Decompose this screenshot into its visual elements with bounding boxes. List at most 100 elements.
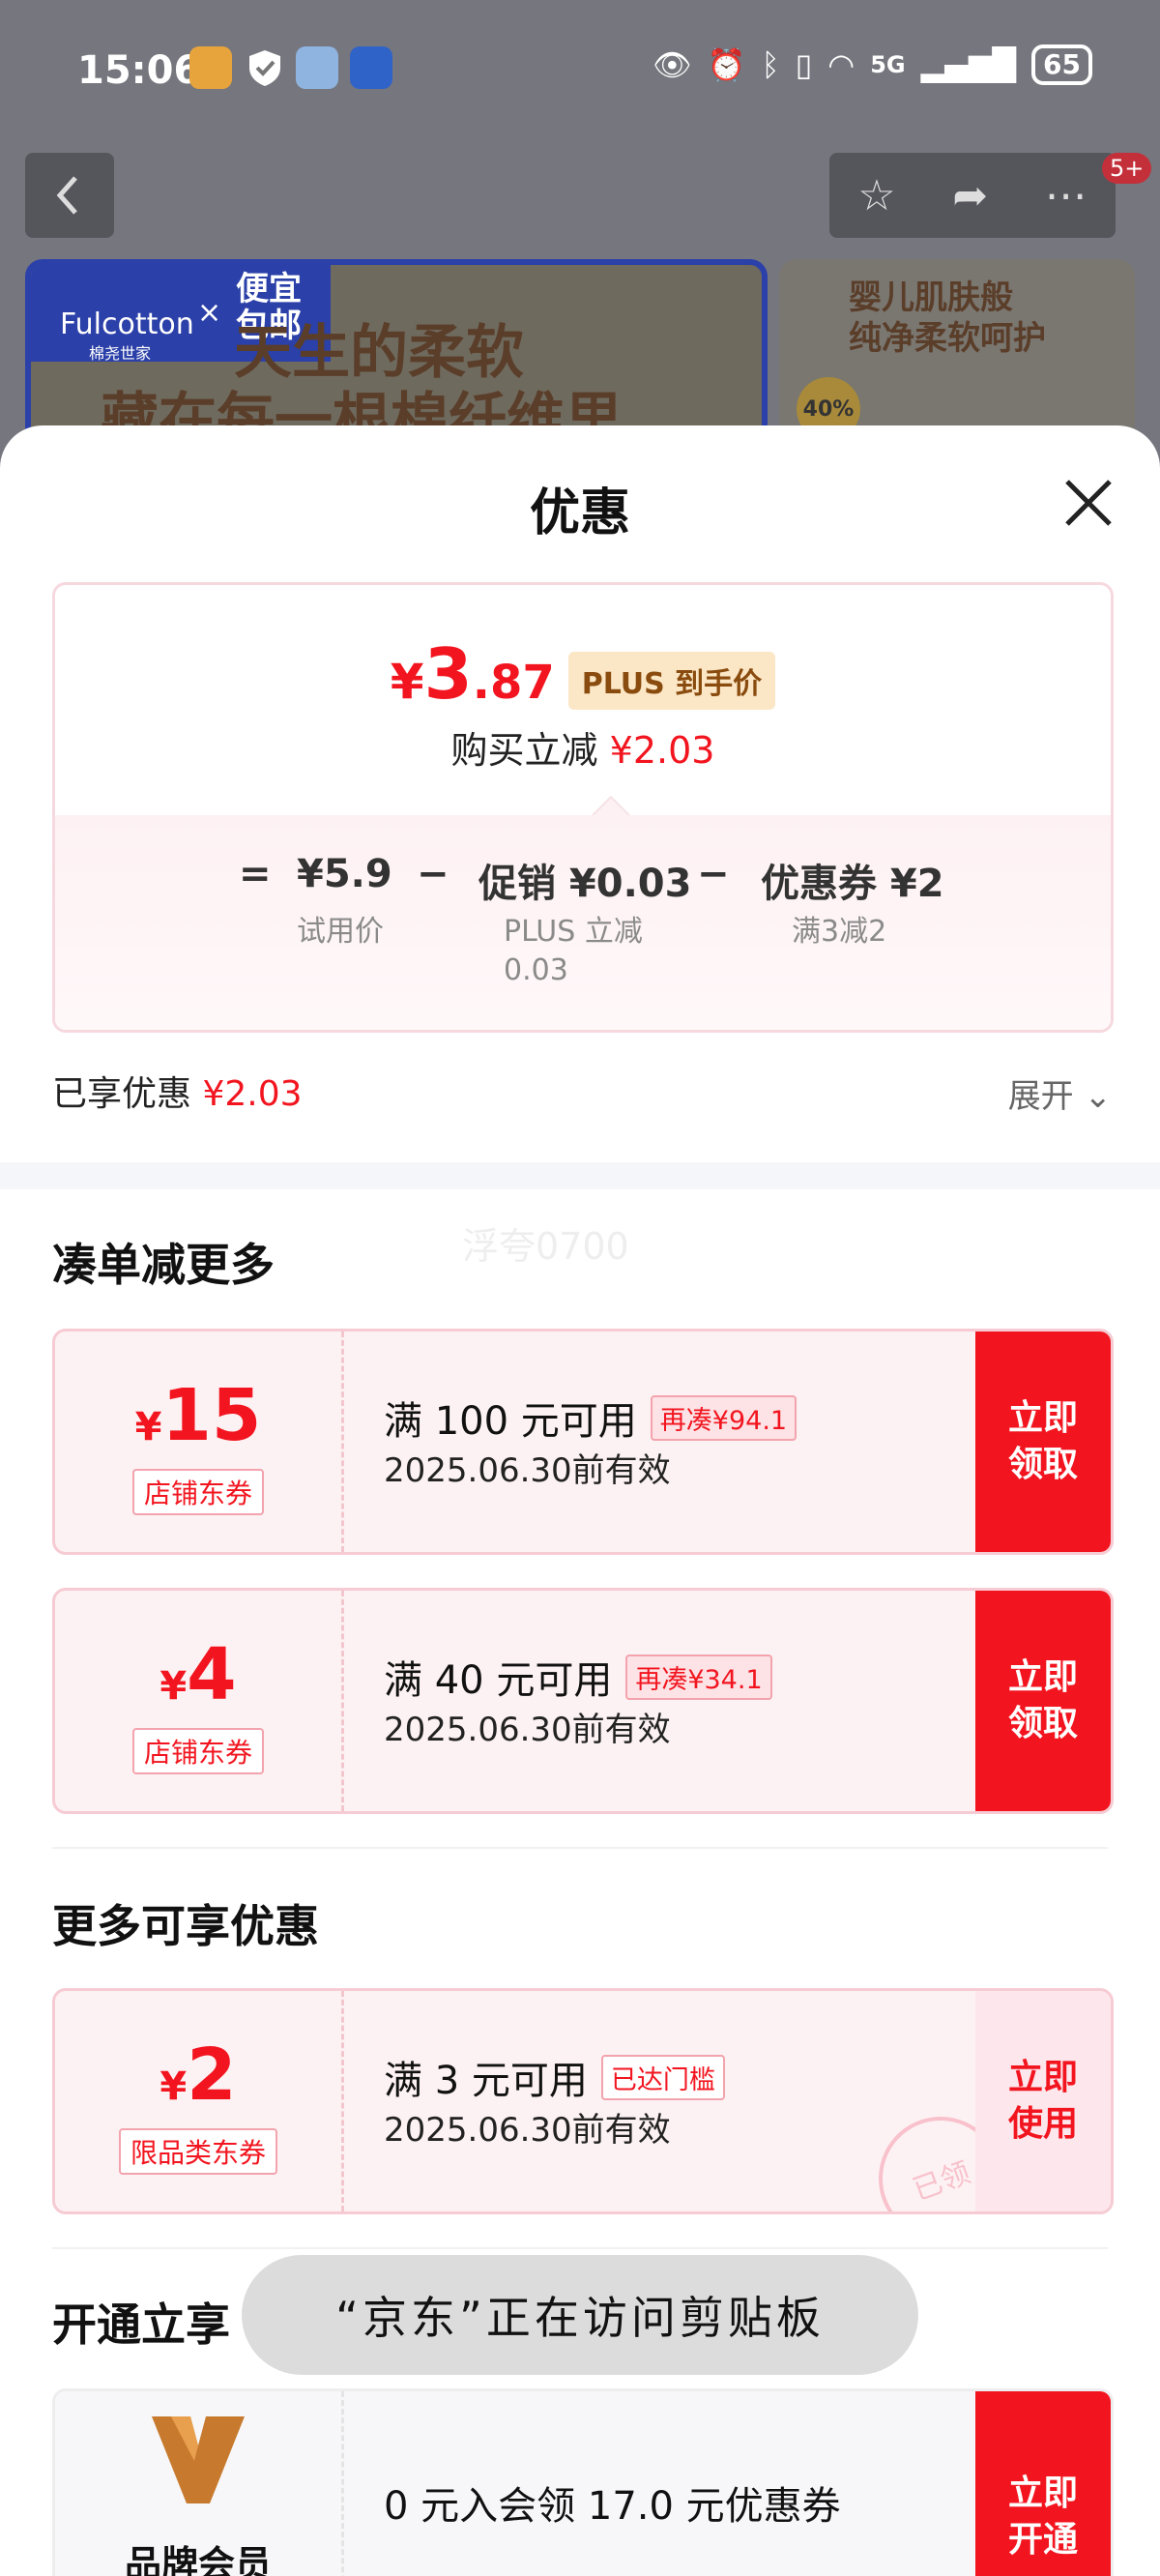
section-title-open: 开通立享 <box>52 2298 230 2351</box>
brand-name: Fulcotton <box>60 307 194 341</box>
signal-icon: ▂▄▆█ <box>920 46 1017 83</box>
section-title-enjoy: 更多可享优惠 <box>52 1900 319 1952</box>
coupon-gap-tag: 再凑¥94.1 <box>650 1394 798 1441</box>
coupon-amount-value: 15 <box>161 1374 262 1457</box>
coupon-amount-value: 4 <box>187 1633 237 1716</box>
price-integer: 3 <box>423 633 473 715</box>
alarm-icon: ⏰ <box>707 46 746 83</box>
coupon-amount-value: 2 <box>187 2034 237 2117</box>
coupon-condition: 满 3 元可用 已达门槛 <box>384 2049 725 2105</box>
background-page: 15:06 👁 ⏰ ᛒ ▯ ◠ 5G ▂▄▆█ 65 ☆ ➦ ⋯ 5+ Fulc… <box>0 0 1160 503</box>
banner2-line2: 纯净柔软呵护 <box>849 319 1046 358</box>
close-button[interactable] <box>1059 474 1117 532</box>
vibrate-icon: ▯ <box>795 46 813 83</box>
claim-button[interactable]: 立即 领取 <box>975 1591 1111 1811</box>
separator <box>52 2247 1108 2249</box>
use-button[interactable]: 立即 使用 <box>975 1991 1111 2211</box>
coupon-gap-tag: 再凑¥34.1 <box>625 1654 772 1700</box>
coupon-value: ¥15 店铺东券 <box>55 1332 344 1552</box>
section-title-more: 凑单减更多 <box>52 1239 275 1291</box>
coupon-card: ¥4 店铺东券 满 40 元可用 再凑¥34.1 2025.06.30前有效 立… <box>52 1588 1114 1814</box>
open-label-1: 立即 <box>1007 2474 1078 2513</box>
brand-x: × <box>197 296 222 330</box>
coupon-card: ¥15 店铺东券 满 100 元可用 再凑¥94.1 2025.06.30前有效… <box>52 1329 1114 1555</box>
status-bar: 15:06 👁 ⏰ ᛒ ▯ ◠ 5G ▂▄▆█ 65 <box>0 0 1160 135</box>
enjoyed-label: 已享优惠 <box>52 1074 192 1114</box>
coupon-amount: ¥2 <box>55 2039 341 2122</box>
claim-label-2: 领取 <box>1007 1445 1078 1484</box>
network-label: 5G <box>870 51 906 78</box>
use-label-2: 使用 <box>1007 2104 1078 2144</box>
coupon-card: ¥2 限品类东券 满 3 元可用 已达门槛 2025.06.30前有效 已领 立… <box>52 1988 1114 2214</box>
formula-coupon: 优惠券 ¥2 <box>761 862 944 906</box>
use-label-1: 立即 <box>1007 2058 1078 2097</box>
eye-icon: 👁 <box>652 46 692 83</box>
threshold-reached-tag: 已达门槛 <box>600 2054 725 2100</box>
formula-base: ¥5.9 <box>297 852 392 896</box>
share-icon[interactable]: ➦ <box>952 171 988 220</box>
coupon-amount: ¥15 <box>55 1380 341 1463</box>
formula-promo: 促销 ¥0.03 <box>478 862 692 906</box>
discount-sheet: 优惠 ¥3.87 PLUS 到手价 购买立减 ¥2.03 = ¥5.9 − 促销… <box>0 425 1160 2576</box>
membership-card: 品牌会员 0 元入会领 17.0 元优惠券 立即 开通 <box>52 2388 1114 2576</box>
smart-home-icon <box>350 46 392 89</box>
coupon-yen: ¥ <box>134 1405 162 1449</box>
brand-sub: 棉尧世家 <box>89 344 152 363</box>
top-actions: ☆ ➦ ⋯ <box>829 153 1116 238</box>
formula-minus: − <box>697 852 730 896</box>
app-notification-icon <box>189 46 232 89</box>
enjoyed-amount: ¥2.03 <box>202 1074 303 1114</box>
claim-label: 立即 领取 <box>1008 1395 1078 1488</box>
close-icon <box>1065 480 1112 526</box>
coupon-yen: ¥ <box>160 1664 188 1709</box>
save-amount: ¥2.03 <box>609 729 715 772</box>
claim-label-1: 立即 <box>1007 1398 1078 1438</box>
promo-label-value: 0.03 <box>504 953 568 987</box>
bluetooth-icon: ᛒ <box>761 46 780 83</box>
promo-label: PLUS 立减 <box>504 915 643 949</box>
expand-button[interactable]: 展开 ⌄ <box>1008 1069 1112 1117</box>
shield-icon <box>244 46 286 89</box>
price-yen: ¥ <box>390 654 424 710</box>
coupon-date: 2025.06.30前有效 <box>384 1711 671 1749</box>
coupon-type: 限品类东券 <box>118 2128 278 2175</box>
claim-button[interactable]: 立即 领取 <box>975 1332 1111 1552</box>
price-breakdown-card: ¥3.87 PLUS 到手价 购买立减 ¥2.03 = ¥5.9 − 促销 ¥0… <box>52 582 1114 1033</box>
coupon-date: 2025.06.30前有效 <box>384 2111 671 2150</box>
back-button[interactable] <box>25 153 114 238</box>
open-member-button[interactable]: 立即 开通 <box>975 2391 1111 2576</box>
coupon-condition-text: 满 3 元可用 <box>384 2059 588 2103</box>
status-time: 15:06 <box>77 48 201 93</box>
battery-icon: 65 <box>1031 44 1092 85</box>
coupon-condition: 满 40 元可用 再凑¥34.1 <box>384 1649 772 1705</box>
wifi-icon: ◠ <box>827 46 856 83</box>
coupon-condition-text: 满 100 元可用 <box>384 1399 637 1444</box>
member-logo-block: 品牌会员 <box>55 2391 344 2576</box>
separator <box>52 1847 1108 1849</box>
more-icon[interactable]: ⋯ <box>1045 171 1088 220</box>
formula-minus: − <box>417 852 450 896</box>
price-summary: ¥3.87 PLUS 到手价 购买立减 ¥2.03 <box>55 585 1111 815</box>
star-icon[interactable]: ☆ <box>857 171 895 220</box>
chevron-down-icon: ⌄ <box>1084 1077 1113 1116</box>
price-formula: = ¥5.9 − 促销 ¥0.03 − 优惠券 ¥2 试用价 PLUS 立减 0… <box>55 815 1111 1030</box>
save-line: 购买立减 ¥2.03 <box>55 720 1111 774</box>
use-label: 立即 使用 <box>1008 2055 1078 2148</box>
plus-price-tag: PLUS 到手价 <box>567 652 776 710</box>
claim-label-1: 立即 <box>1007 1657 1078 1697</box>
chevron-left-icon <box>56 176 77 215</box>
watermark: 浮夸0700 <box>462 1225 629 1268</box>
coupon-amount: ¥4 <box>55 1639 341 1722</box>
final-price-row: ¥3.87 PLUS 到手价 <box>55 639 1111 717</box>
member-offer: 0 元入会领 17.0 元优惠券 <box>384 2484 841 2529</box>
brand-member-logo-icon <box>152 2416 245 2503</box>
coupon-condition: 满 100 元可用 再凑¥94.1 <box>384 1390 798 1446</box>
section-divider <box>0 1162 1160 1189</box>
formula-equals: = <box>239 852 272 896</box>
coupon-value: ¥4 店铺东券 <box>55 1591 344 1811</box>
expand-label: 展开 <box>1007 1077 1074 1116</box>
weather-icon <box>296 46 338 89</box>
claim-label: 立即 领取 <box>1008 1654 1078 1747</box>
open-label: 立即 开通 <box>1008 2471 1078 2563</box>
clipboard-toast: “京东”正在访问剪贴板 <box>242 2255 918 2375</box>
